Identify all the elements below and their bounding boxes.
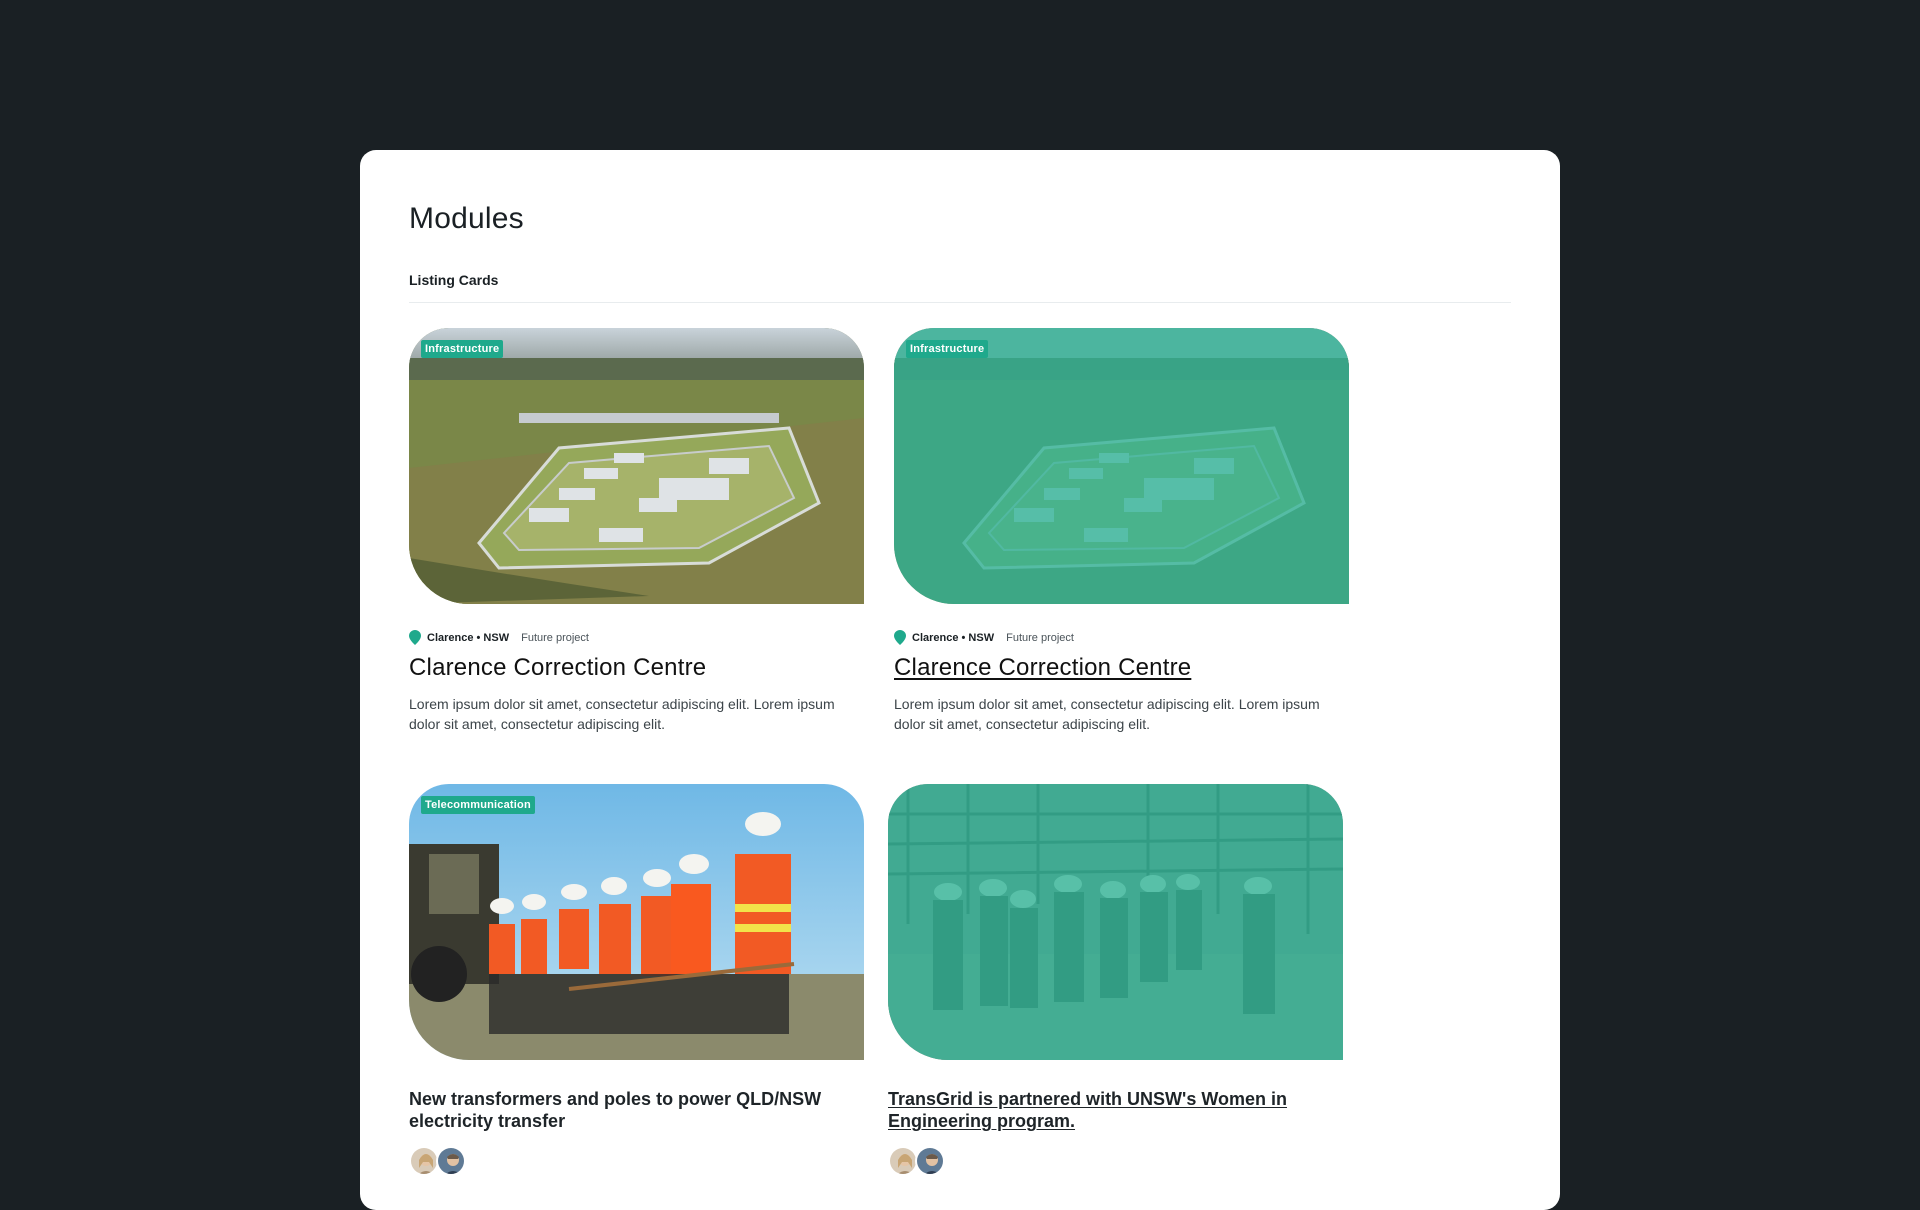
category-tag: Infrastructure — [421, 340, 504, 358]
listing-card-hover[interactable]: Infrastructure Clarence • NSW Future pro… — [894, 328, 1349, 732]
avatar — [915, 1146, 945, 1176]
location-label: Clarence • NSW — [427, 631, 510, 644]
card-image[interactable] — [888, 784, 1343, 1060]
modules-panel: Modules Listing Cards Infrastructure Cla… — [360, 150, 1560, 1210]
card-description: Lorem ipsum dolor sit amet, consectetur … — [894, 696, 1320, 732]
card-image[interactable]: Infrastructure — [409, 328, 864, 604]
card-image[interactable]: Infrastructure — [894, 328, 1349, 604]
category-tag: Infrastructure — [906, 340, 989, 358]
aerial-prison-image — [409, 328, 864, 604]
substation-group-photo — [888, 784, 1343, 1060]
map-pin-icon — [409, 630, 421, 645]
page-title: Modules — [409, 202, 524, 235]
card-meta: Clarence • NSW Future project — [894, 630, 1074, 645]
news-title-link[interactable]: TransGrid is partnered with UNSW's Women… — [888, 1088, 1328, 1132]
news-card-hover[interactable]: TransGrid is partnered with UNSW's Women… — [888, 784, 1343, 1176]
news-card[interactable]: Telecommunication New transformers and p… — [409, 784, 864, 1176]
avatar — [436, 1146, 466, 1176]
card-title-link[interactable]: Clarence Correction Centre — [894, 654, 1191, 682]
card-image[interactable]: Telecommunication — [409, 784, 864, 1060]
avatar — [409, 1146, 439, 1176]
groundbreaking-photo — [409, 784, 864, 1060]
status-label: Future project — [1006, 631, 1074, 644]
divider — [409, 302, 1511, 303]
card-title[interactable]: Clarence Correction Centre — [409, 654, 706, 682]
card-meta: Clarence • NSW Future project — [409, 630, 589, 645]
listing-card[interactable]: Infrastructure Clarence • NSW Future pro… — [409, 328, 864, 732]
news-title[interactable]: New transformers and poles to power QLD/… — [409, 1088, 849, 1132]
author-avatars — [888, 1146, 945, 1176]
section-label: Listing Cards — [409, 272, 499, 288]
status-label: Future project — [521, 631, 589, 644]
avatar — [888, 1146, 918, 1176]
aerial-prison-image — [894, 328, 1349, 604]
location-label: Clarence • NSW — [912, 631, 995, 644]
author-avatars — [409, 1146, 466, 1176]
map-pin-icon — [894, 630, 906, 645]
card-description: Lorem ipsum dolor sit amet, consectetur … — [409, 696, 835, 732]
category-tag: Telecommunication — [421, 796, 535, 814]
